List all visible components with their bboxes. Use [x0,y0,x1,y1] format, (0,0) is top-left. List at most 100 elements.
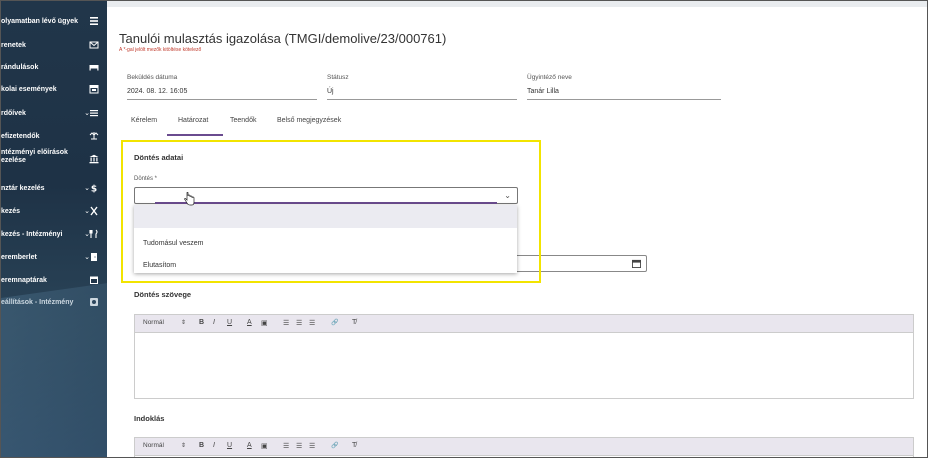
tab-belso-megjegyzesek[interactable]: Belső megjegyzések [277,117,341,124]
highlight-button[interactable]: ▣ [261,442,268,450]
sidebar-item-label: kolai események [1,86,57,93]
sidebar-item[interactable]: kolai események [1,81,107,99]
editor-toolbar: Normál ⇕ B I U A ▣ ☰ ☰ ☰ 🔗 T̸ [135,315,913,333]
page-title: Tanulói mulasztás igazolása (TMGI/demoli… [119,31,447,46]
decision-text-title: Döntés szövege [134,290,192,299]
sidebar-item[interactable]: eremnaptárak [1,272,107,290]
sidebar-item[interactable]: ntézményi előírások ezelése [1,149,107,169]
align-button[interactable]: ☰ [309,319,315,327]
sidebar-item-label: eremberlet [1,254,37,261]
sidebar-item[interactable]: rándulások [1,59,107,77]
mail-icon [89,40,99,50]
tab-teendok[interactable]: Teendők [230,117,256,124]
sidebar-item[interactable]: renetek [1,37,107,55]
status-label: Státusz [327,74,349,81]
format-select[interactable]: Normál [143,442,164,449]
sidebar-item-label: renetek [1,42,26,49]
clear-format-button[interactable]: T̸ [352,442,356,449]
sidebar-item-label: eremnaptárak [1,277,47,284]
sidebar-item[interactable]: kezés - Intézményi ⌄ [1,226,107,244]
decision-section-title: Döntés adatai [134,153,184,162]
bank-icon [89,154,99,164]
status-value: Új [327,88,334,95]
sidebar-item[interactable]: rdőívek ⌄ [1,105,107,123]
officer-label: Ügyintéző neve [527,74,572,81]
list-icon [89,16,99,26]
svg-text:$: $ [91,185,97,194]
dropdown-option-tudomasul[interactable]: Tudomásul veszem [143,240,203,247]
editor-toolbar-2: Normál ⇕ B I U A ▣ ☰ ☰ ☰ 🔗 T̸ [135,438,913,456]
dropdown-option-elutasitom[interactable]: Elutasítom [143,262,176,269]
door-icon [89,252,99,262]
ordered-list-button[interactable]: ☰ [283,442,289,450]
officer-value: Tanár Lilla [527,88,559,95]
italic-button[interactable]: I [213,319,215,326]
ordered-list-button[interactable]: ☰ [283,319,289,327]
bold-button[interactable]: B [199,319,204,326]
officer-underline [527,99,721,100]
format-select[interactable]: Normál [143,319,164,326]
sidebar-item[interactable]: efizetendők [1,128,107,146]
date-input[interactable] [497,255,647,272]
format-select-arrows-icon: ⇕ [181,320,187,326]
sidebar-item[interactable]: eremberlet ⌄ [1,249,107,267]
sidebar-item-label: eállítások - Intézmény [1,299,74,306]
text-color-button[interactable]: A [247,442,252,449]
underline-button[interactable]: U [227,319,232,326]
sidebar-item-label: efizetendők [1,133,40,140]
dollar-icon: $ [89,183,99,194]
format-select-arrows-icon: ⇕ [181,443,187,449]
sidebar: olyamatban lévő ügyek renetek rándulások ko… [1,1,107,457]
hand-cursor-icon [184,192,195,206]
gear-icon [89,297,99,307]
bullet-list-button[interactable]: ☰ [296,319,302,327]
decision-text-editor[interactable]: Normál ⇕ B I U A ▣ ☰ ☰ ☰ 🔗 T̸ [134,314,914,399]
menu-icon [89,108,99,118]
decision-select-label: Döntés * [134,176,158,182]
submit-date-value: 2024. 08. 12. 16:05 [127,88,188,95]
submit-date-underline [127,99,317,100]
sidebar-item-label: kezés [1,208,21,215]
sidebar-item[interactable]: nztár kezelés ⌄ $ [1,180,107,198]
link-button[interactable]: 🔗 [331,319,338,326]
justification-editor[interactable]: Normál ⇕ B I U A ▣ ☰ ☰ ☰ 🔗 T̸ [134,437,914,457]
sidebar-item[interactable]: eállítások - Intézmény [1,294,107,312]
sidebar-item-label: kezés - Intézményi [1,231,63,238]
scale-icon [89,131,99,141]
app-window: olyamatban lévő ügyek renetek rándulások ko… [0,0,928,458]
underline-button[interactable]: U [227,442,232,449]
tab-hatarozat[interactable]: Határozat [178,117,208,124]
clear-format-button[interactable]: T̸ [352,319,356,326]
cutlery-icon [89,206,99,216]
calendar-icon [89,84,99,94]
highlight-button[interactable]: ▣ [261,319,268,327]
sidebar-item-label: nztár kezelés [1,185,45,192]
tab-kerelem[interactable]: Kérelem [131,117,157,124]
align-button[interactable]: ☰ [309,442,315,450]
sidebar-item[interactable]: kezés ⌄ [1,203,107,221]
bold-button[interactable]: B [199,442,204,449]
link-button[interactable]: 🔗 [331,442,338,449]
bed-icon [89,62,99,72]
text-color-button[interactable]: A [247,319,252,326]
chevron-down-icon: ⌄ [504,191,511,200]
sidebar-item-label: ntézményi előírások ezelése [1,149,68,164]
active-tab-indicator [167,134,223,136]
sidebar-item-label: olyamatban lévő ügyek [1,18,79,25]
calendar2-icon [89,275,99,285]
italic-button[interactable]: I [213,442,215,449]
decision-dropdown-menu: Tudomásul veszem Elutasítom [134,205,517,273]
dropdown-empty-option[interactable] [134,205,517,228]
sidebar-item-label: rándulások [1,64,39,71]
submit-date-label: Beküldés dátuma [127,74,178,81]
select-focus-line [155,202,497,204]
required-note: A *-gal jelölt mezők kitöltése kötelező [119,47,202,53]
justification-title: Indoklás [134,414,165,423]
status-underline [327,99,517,100]
fork-knife-icon [89,229,99,239]
sidebar-item-label: rdőívek [1,110,26,117]
calendar-icon[interactable] [632,259,641,268]
main-content: Tanulói mulasztás igazolása (TMGI/demoli… [107,7,927,457]
bullet-list-button[interactable]: ☰ [296,442,302,450]
sidebar-item[interactable]: olyamatban lévő ügyek [1,13,107,31]
